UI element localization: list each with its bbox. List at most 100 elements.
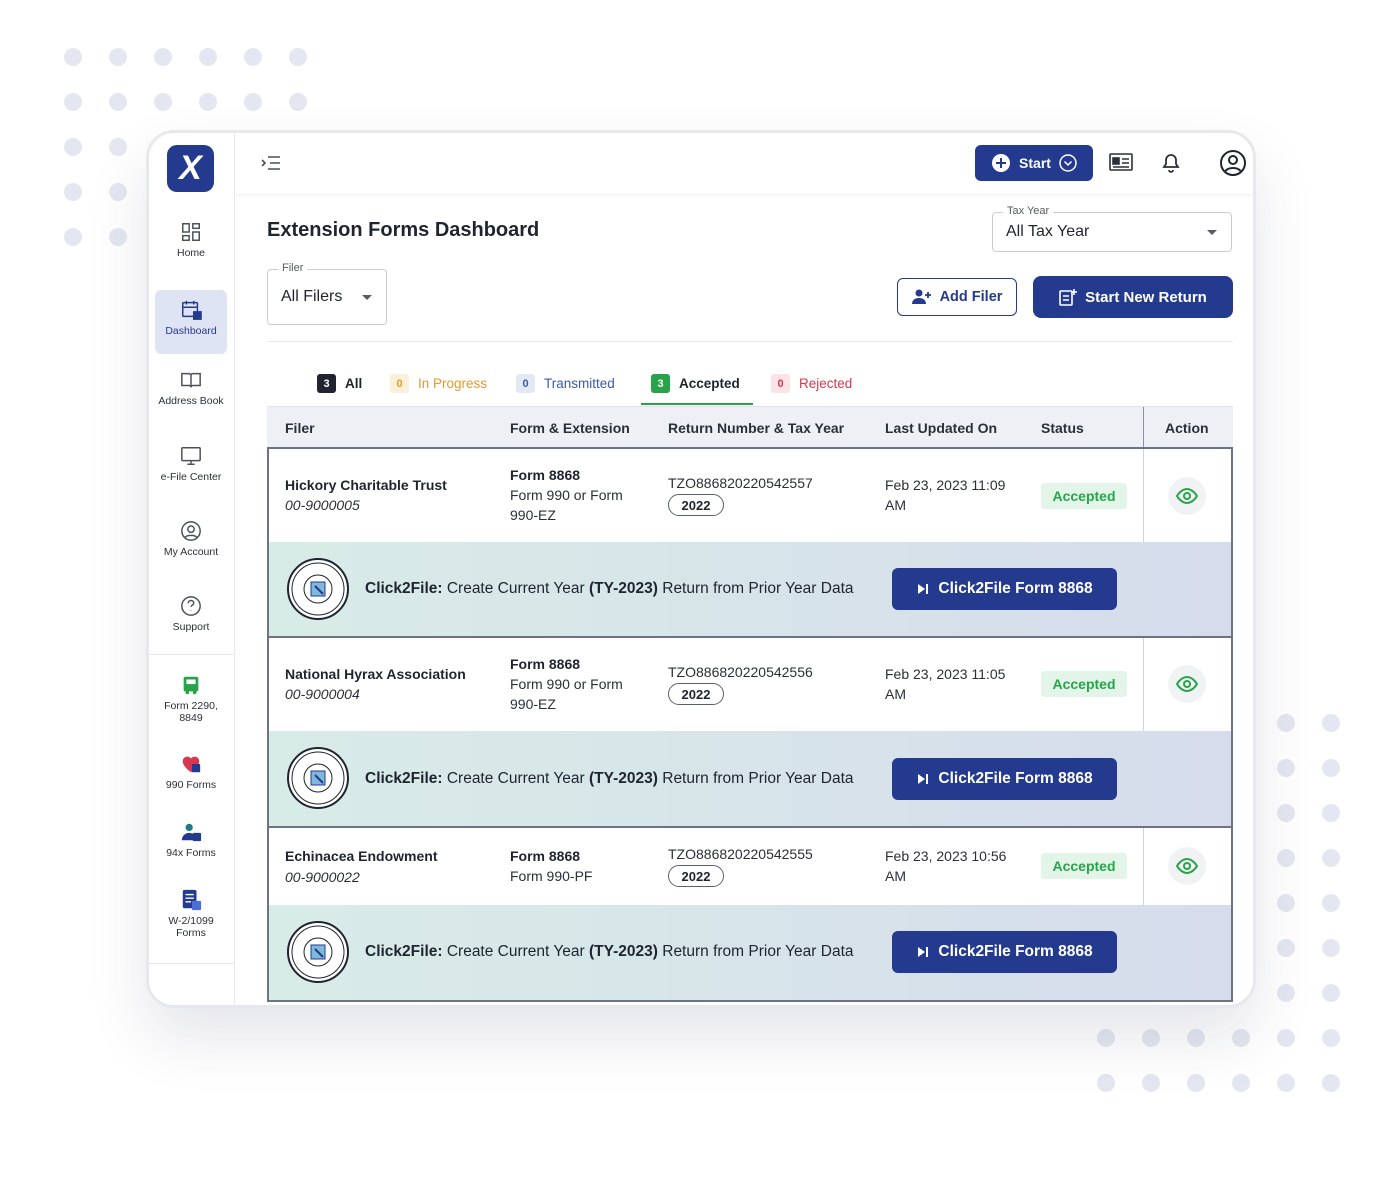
click2file-button-label: Click2File Form 8868 xyxy=(938,943,1093,960)
sidebar-item-dashboard[interactable]: Dashboard xyxy=(155,290,227,354)
start-new-return-label: Start New Return xyxy=(1085,288,1207,306)
sidebar-item-94x-forms[interactable]: 94x Forms xyxy=(155,821,227,859)
tab-count: 0 xyxy=(771,374,790,393)
view-button[interactable] xyxy=(1168,477,1206,515)
filer-ein: 00-9000005 xyxy=(285,497,360,513)
click2file-button-label: Click2File Form 8868 xyxy=(938,770,1093,787)
book-icon xyxy=(181,372,201,388)
sidebar-item-label: Home xyxy=(176,247,205,259)
table-row[interactable]: Echinacea Endowment 00-9000022 Form 8868… xyxy=(267,828,1233,905)
click2file-badge xyxy=(287,747,349,809)
document-icon xyxy=(182,889,202,911)
click2file-message: Click2File: Create Current Year (TY-2023… xyxy=(365,770,854,787)
add-filer-button[interactable]: Add Filer xyxy=(897,278,1017,316)
tax-year-select[interactable]: Tax Year All Tax Year xyxy=(992,205,1232,252)
app-logo[interactable]: X xyxy=(167,145,214,192)
tab-transmitted[interactable]: 0 Transmitted xyxy=(516,374,615,393)
new-document-icon xyxy=(1059,289,1078,306)
column-divider xyxy=(1143,828,1144,905)
tab-all[interactable]: 3 All xyxy=(317,374,362,393)
sidebar-item-form-2290[interactable]: Form 2290, 8849 xyxy=(155,674,227,724)
table-header: Filer Form & Extension Return Number & T… xyxy=(267,406,1233,448)
sidebar-item-support[interactable]: Support xyxy=(155,595,227,633)
tax-year-value: All Tax Year xyxy=(1006,223,1090,240)
skip-forward-icon xyxy=(918,584,929,594)
click2file-button[interactable]: Click2File Form 8868 xyxy=(892,931,1117,973)
sidebar-item-efile-center[interactable]: e-File Center xyxy=(155,445,227,483)
tab-active-indicator xyxy=(641,403,753,405)
eye-icon xyxy=(1176,858,1198,874)
monitor-icon xyxy=(181,447,201,465)
tab-rejected[interactable]: 0 Rejected xyxy=(771,374,852,393)
click2file-banner: Click2File: Create Current Year (TY-2023… xyxy=(267,905,1233,1002)
tab-label: In Progress xyxy=(418,376,488,391)
tab-count: 3 xyxy=(317,374,336,393)
divider xyxy=(267,341,1233,342)
tax-year-badge: 2022 xyxy=(668,494,724,516)
person-icon xyxy=(181,823,202,842)
last-updated: Feb 23, 2023 10:56 AM xyxy=(885,848,1007,884)
sidebar-item-my-account[interactable]: My Account xyxy=(155,520,227,558)
add-user-icon xyxy=(911,289,931,304)
click2file-message: Click2File: Create Current Year (TY-2023… xyxy=(365,943,854,960)
view-button[interactable] xyxy=(1168,665,1206,703)
click2file-button[interactable]: Click2File Form 8868 xyxy=(892,758,1117,800)
click2file-logo-icon xyxy=(291,751,345,805)
return-number: TZO886820220542557 xyxy=(668,475,813,491)
sidebar-item-label: 990 Forms xyxy=(165,779,217,791)
status-badge: Accepted xyxy=(1041,671,1127,697)
add-filer-label: Add Filer xyxy=(939,289,1003,305)
click2file-badge xyxy=(287,921,349,983)
page-title: Extension Forms Dashboard xyxy=(267,219,540,241)
filer-select[interactable]: Filer All Filers xyxy=(267,262,387,325)
skip-forward-icon xyxy=(918,774,929,784)
sidebar-item-label: e-File Center xyxy=(160,471,222,483)
main-content: Extension Forms Dashboard Tax Year All T… xyxy=(235,195,1253,1005)
top-bar: Start xyxy=(235,133,1253,195)
eye-icon xyxy=(1176,676,1198,692)
tax-year-legend: Tax Year xyxy=(1003,205,1054,217)
plus-circle-icon xyxy=(992,154,1011,172)
question-icon xyxy=(181,596,201,616)
bell-icon[interactable] xyxy=(1161,151,1181,173)
return-number: TZO886820220542556 xyxy=(668,664,813,680)
tab-label: Accepted xyxy=(679,376,740,391)
chevron-down-icon xyxy=(362,295,372,300)
last-updated: Feb 23, 2023 11:05 AM xyxy=(885,666,1006,702)
view-button[interactable] xyxy=(1168,847,1206,885)
sidebar-item-w2-1099-forms[interactable]: W-2/1099 Forms xyxy=(155,889,227,939)
table-row[interactable]: National Hyrax Association 00-9000004 Fo… xyxy=(267,638,1233,731)
sidebar-item-label: Address Book xyxy=(158,395,224,407)
form-description: Form 990 or Form 990-EZ xyxy=(510,487,623,523)
sidebar-item-label: 94x Forms xyxy=(166,847,216,859)
start-new-return-button[interactable]: Start New Return xyxy=(1033,276,1233,318)
status-badge: Accepted xyxy=(1041,853,1127,879)
click2file-logo-icon xyxy=(291,925,345,979)
tab-in-progress[interactable]: 0 In Progress xyxy=(390,374,487,393)
tab-label: Rejected xyxy=(799,376,853,391)
return-number: TZO886820220542555 xyxy=(668,846,813,862)
profile-icon[interactable] xyxy=(1219,149,1247,177)
tab-label: Transmitted xyxy=(544,376,615,391)
click2file-button-label: Click2File Form 8868 xyxy=(938,580,1093,597)
tab-count: 3 xyxy=(651,374,670,393)
sidebar-item-990-forms[interactable]: 990 Forms xyxy=(155,753,227,791)
click2file-banner: Click2File: Create Current Year (TY-2023… xyxy=(267,542,1233,638)
sidebar-divider xyxy=(149,963,234,964)
form-description: Form 990-PF xyxy=(510,868,593,884)
chevron-down-circle-icon xyxy=(1059,154,1077,172)
sidebar-item-address-book[interactable]: Address Book xyxy=(155,369,227,407)
sidebar-item-home[interactable]: Home xyxy=(155,221,227,259)
id-card-icon[interactable] xyxy=(1109,151,1133,173)
sidebar-item-label: Form 2290, 8849 xyxy=(164,700,218,724)
start-button[interactable]: Start xyxy=(975,145,1093,181)
filer-value: All Filers xyxy=(281,288,343,305)
column-header: Last Updated On xyxy=(885,420,998,436)
tab-accepted[interactable]: 3 Accepted xyxy=(651,374,740,393)
table-row[interactable]: Hickory Charitable Trust 00-9000005 Form… xyxy=(267,447,1233,542)
click2file-button[interactable]: Click2File Form 8868 xyxy=(892,568,1117,610)
column-divider xyxy=(1143,449,1144,542)
click2file-badge xyxy=(287,558,349,620)
sidebar-item-label: Support xyxy=(172,621,210,633)
menu-collapse-icon[interactable] xyxy=(261,155,281,171)
